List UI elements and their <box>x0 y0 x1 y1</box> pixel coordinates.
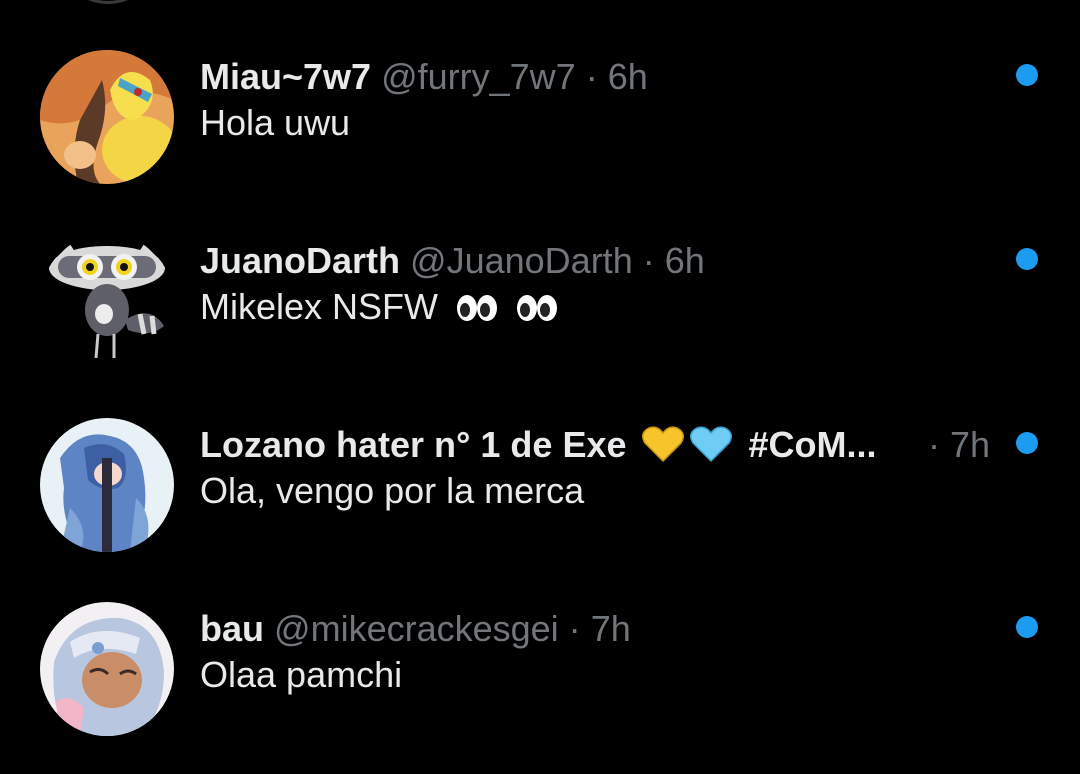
message-preview: Mikelex NSFW <box>200 285 558 333</box>
dm-conversation-list: Miau~7w7 @furry_7w7 · 6h Hola uwu JuanoD… <box>0 0 1080 774</box>
separator: · <box>642 240 655 281</box>
conversation-row[interactable]: Lozano hater n° 1 de Exe #CoM... · 7h Ol… <box>0 408 1080 592</box>
conversation-row[interactable]: Miau~7w7 @furry_7w7 · 6h Hola uwu <box>0 40 1080 224</box>
timestamp: 6h <box>607 56 648 97</box>
light-blue-heart-emoji-icon <box>689 425 733 473</box>
conversation-row[interactable]: bau @mikecrackesgei · 7h Olaa pamchi <box>0 592 1080 774</box>
avatar[interactable] <box>40 418 174 552</box>
display-name[interactable]: Miau~7w7 <box>200 56 371 97</box>
raccoon-character-avatar-icon <box>40 234 174 368</box>
conversation-time: · 7h <box>928 423 990 467</box>
unread-indicator <box>1016 616 1038 638</box>
message-preview: Hola uwu <box>200 102 351 143</box>
conversation-header: JuanoDarth @JuanoDarth · 6h <box>200 239 980 283</box>
unread-indicator <box>1016 432 1038 454</box>
blue-hair-character-avatar-icon <box>40 418 174 552</box>
conversation-header: Lozano hater n° 1 de Exe #CoM... <box>200 423 910 473</box>
avatar[interactable] <box>40 234 174 368</box>
eyes-emoji-icon <box>456 289 498 333</box>
timestamp: 7h <box>590 608 631 649</box>
display-name[interactable]: JuanoDarth <box>200 240 400 281</box>
avatar[interactable] <box>40 50 174 184</box>
conversation-header: bau @mikecrackesgei · 7h <box>200 607 980 651</box>
eyes-emoji-icon <box>516 289 558 333</box>
yellow-heart-emoji-icon <box>641 425 685 473</box>
message-preview: Ola, vengo por la merca <box>200 470 585 511</box>
partial-avatar-edge <box>72 0 144 4</box>
user-handle: @JuanoDarth <box>410 240 633 281</box>
unread-indicator <box>1016 248 1038 270</box>
message-preview-text: Mikelex NSFW <box>200 286 439 327</box>
message-preview: Olaa pamchi <box>200 654 403 695</box>
display-name[interactable]: Lozano hater n° 1 de Exe <box>200 424 627 465</box>
user-handle: @furry_7w7 <box>381 56 576 97</box>
conversation-header: Miau~7w7 @furry_7w7 · 6h <box>200 55 980 99</box>
unread-indicator <box>1016 64 1038 86</box>
avatar[interactable] <box>40 602 174 736</box>
timestamp: 7h <box>950 424 991 465</box>
user-handle: @mikecrackesgei <box>274 608 559 649</box>
conversation-row[interactable]: JuanoDarth @JuanoDarth · 6h Mikelex NSFW <box>0 224 1080 408</box>
fox-character-avatar-icon <box>40 50 174 184</box>
separator: · <box>568 608 581 649</box>
separator: · <box>928 424 940 465</box>
display-name-hashtag: #CoM... <box>748 424 877 465</box>
timestamp: 6h <box>664 240 705 281</box>
separator: · <box>585 56 598 97</box>
hooded-character-avatar-icon <box>40 602 174 736</box>
display-name[interactable]: bau <box>200 608 264 649</box>
